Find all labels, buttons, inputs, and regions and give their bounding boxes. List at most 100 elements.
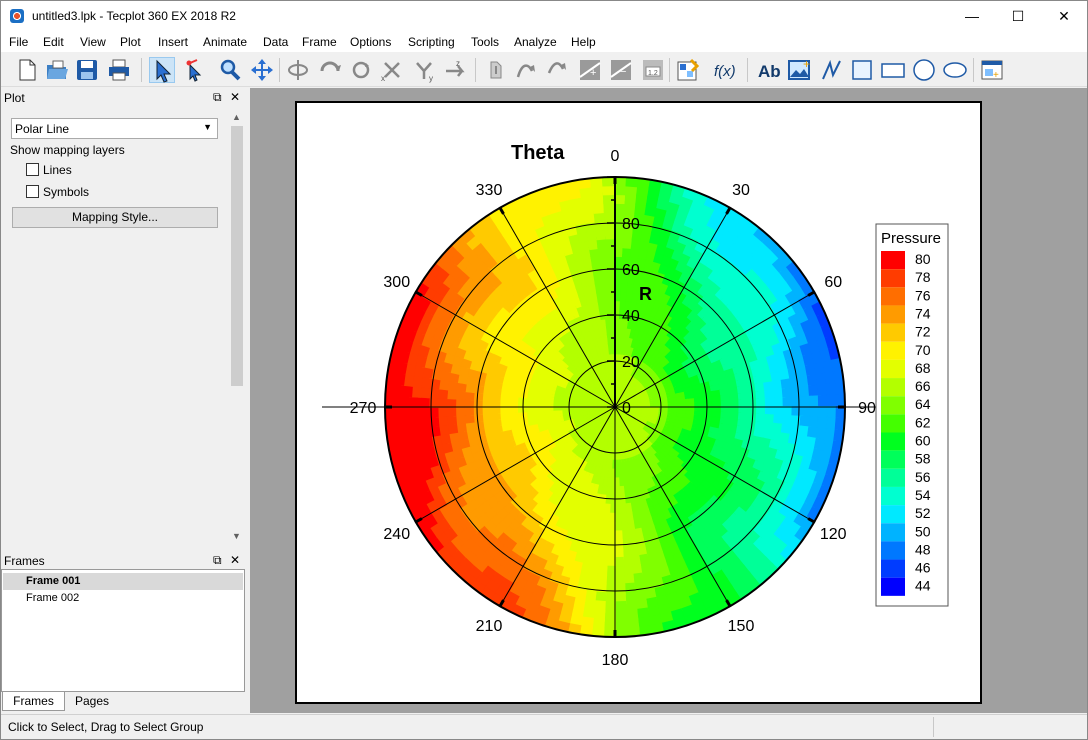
frame-list-item[interactable]: Frame 001 <box>3 573 243 590</box>
lines-checkbox[interactable] <box>26 163 39 176</box>
svg-text:y: y <box>429 74 433 83</box>
legend-swatch <box>881 323 905 342</box>
scroll-up-icon[interactable]: ▲ <box>232 112 241 122</box>
r-axis-title: R <box>639 284 652 304</box>
plot-panel-title: Plot <box>4 91 25 105</box>
menu-insert[interactable]: Insert <box>158 35 188 49</box>
plot-type-value: Polar Line <box>15 122 70 136</box>
legend-label: 66 <box>915 378 931 394</box>
status-divider <box>933 717 934 737</box>
polyline-icon[interactable] <box>818 57 844 83</box>
scroll-down-icon[interactable]: ▼ <box>232 531 241 541</box>
ellipse-icon[interactable] <box>942 57 968 83</box>
legend-swatch <box>881 559 905 578</box>
menu-options[interactable]: Options <box>350 35 391 49</box>
float-panel-icon[interactable]: ⧉ <box>213 553 222 568</box>
minimize-button[interactable]: — <box>949 1 995 32</box>
menu-plot[interactable]: Plot <box>120 35 141 49</box>
extract-slice-icon[interactable] <box>545 57 571 83</box>
symbols-checkbox[interactable] <box>26 185 39 198</box>
new-file-icon[interactable] <box>14 57 40 83</box>
r-tick-label: 80 <box>622 216 640 233</box>
menu-analyze[interactable]: Analyze <box>514 35 557 49</box>
rotate-z-icon[interactable]: z <box>442 57 468 83</box>
rotate-rollerball-icon[interactable] <box>317 57 343 83</box>
plot-frame[interactable]: 0 30 60 90 120 150 180 210 240 270 300 330 0 20 40 60 80… <box>295 101 982 704</box>
theta-tick-label: 300 <box>383 274 410 291</box>
print-icon[interactable] <box>106 57 132 83</box>
legend-swatch <box>881 432 905 451</box>
mapping-style-button[interactable]: Mapping Style... <box>12 207 218 228</box>
frame-new-icon[interactable]: + <box>979 57 1005 83</box>
legend-label: 76 <box>915 287 931 303</box>
frame-list-item[interactable]: Frame 002 <box>3 590 243 607</box>
panel-tabs: Frames Pages <box>1 692 245 712</box>
theta-tick-label: 90 <box>858 400 876 417</box>
save-icon[interactable] <box>74 57 100 83</box>
circle-icon[interactable] <box>911 57 937 83</box>
edit-frame-icon[interactable] <box>675 57 701 83</box>
window-title: untitled3.lpk - Tecplot 360 EX 2018 R2 <box>32 9 236 23</box>
legend-swatch <box>881 577 905 596</box>
open-file-icon[interactable] <box>44 57 70 83</box>
status-bar: Click to Select, Drag to Select Group <box>1 714 1087 739</box>
float-panel-icon[interactable]: ⧉ <box>213 90 222 105</box>
tab-pages[interactable]: Pages <box>67 692 117 711</box>
rotate-spherical-icon[interactable] <box>285 57 311 83</box>
menu-edit[interactable]: Edit <box>43 35 64 49</box>
fx-equation-icon[interactable]: f(x) <box>713 57 739 83</box>
menu-animate[interactable]: Animate <box>203 35 247 49</box>
menu-tools[interactable]: Tools <box>471 35 499 49</box>
select-arrow-icon[interactable] <box>149 57 175 83</box>
plot-type-select[interactable]: Polar Line ▼ <box>11 118 218 139</box>
menu-frame[interactable]: Frame <box>302 35 337 49</box>
rotate-y-icon[interactable]: y <box>411 57 437 83</box>
menu-file[interactable]: File <box>9 35 28 49</box>
menu-scripting[interactable]: Scripting <box>408 35 455 49</box>
legend-swatch <box>881 269 905 288</box>
legend-swatch <box>881 396 905 415</box>
square-icon[interactable] <box>849 57 875 83</box>
legend-swatch <box>881 523 905 542</box>
legend-swatch <box>881 450 905 469</box>
text-tool-icon[interactable]: Ab <box>757 57 783 83</box>
legend-label: 80 <box>915 251 931 267</box>
close-button[interactable]: ✕ <box>1041 1 1087 32</box>
plot-panel-scrollbar[interactable]: ▲ ▼ <box>230 106 244 549</box>
legend-label: 50 <box>915 523 931 539</box>
close-panel-icon[interactable]: ✕ <box>230 553 240 567</box>
theta-tick-label: 330 <box>476 182 503 199</box>
theta-tick-label: 30 <box>732 182 750 199</box>
probe-icon[interactable] <box>483 57 509 83</box>
workspace: 0 30 60 90 120 150 180 210 240 270 300 330 0 20 40 60 80… <box>250 88 1087 713</box>
polar-contour-plot[interactable]: 0 30 60 90 120 150 180 210 240 270 300 330 0 20 40 60 80… <box>297 103 980 702</box>
theta-tick-label: 150 <box>728 618 755 635</box>
adjustor-arrow-icon[interactable] <box>181 57 207 83</box>
close-panel-icon[interactable]: ✕ <box>230 90 240 104</box>
maximize-button[interactable]: ☐ <box>995 1 1041 32</box>
svg-text:+: + <box>993 70 999 81</box>
svg-text:+: + <box>803 57 810 71</box>
zoom-icon[interactable] <box>217 57 243 83</box>
insert-image-icon[interactable]: + <box>787 57 813 83</box>
scroll-thumb[interactable] <box>231 126 243 386</box>
menu-data[interactable]: Data <box>263 35 288 49</box>
contour-remove-icon[interactable]: − <box>608 57 634 83</box>
legend-swatch <box>881 541 905 560</box>
legend-label: 68 <box>915 360 931 376</box>
streamtrace-icon[interactable] <box>514 57 540 83</box>
legend-label: 74 <box>915 305 931 321</box>
zone-label-icon[interactable]: 1.2 <box>640 57 666 83</box>
twist-icon[interactable] <box>348 57 374 83</box>
translate-icon[interactable] <box>249 57 275 83</box>
menu-view[interactable]: View <box>80 35 106 49</box>
r-tick-label: 60 <box>622 262 640 279</box>
theta-tick-label: 270 <box>350 400 377 417</box>
rotate-x-icon[interactable]: x <box>379 57 405 83</box>
menu-help[interactable]: Help <box>571 35 596 49</box>
frames-list: Frame 001 Frame 002 <box>1 569 245 692</box>
rectangle-icon[interactable] <box>880 57 906 83</box>
svg-text:+: + <box>590 67 596 79</box>
contour-add-icon[interactable]: + <box>577 57 603 83</box>
tab-frames[interactable]: Frames <box>2 692 65 711</box>
